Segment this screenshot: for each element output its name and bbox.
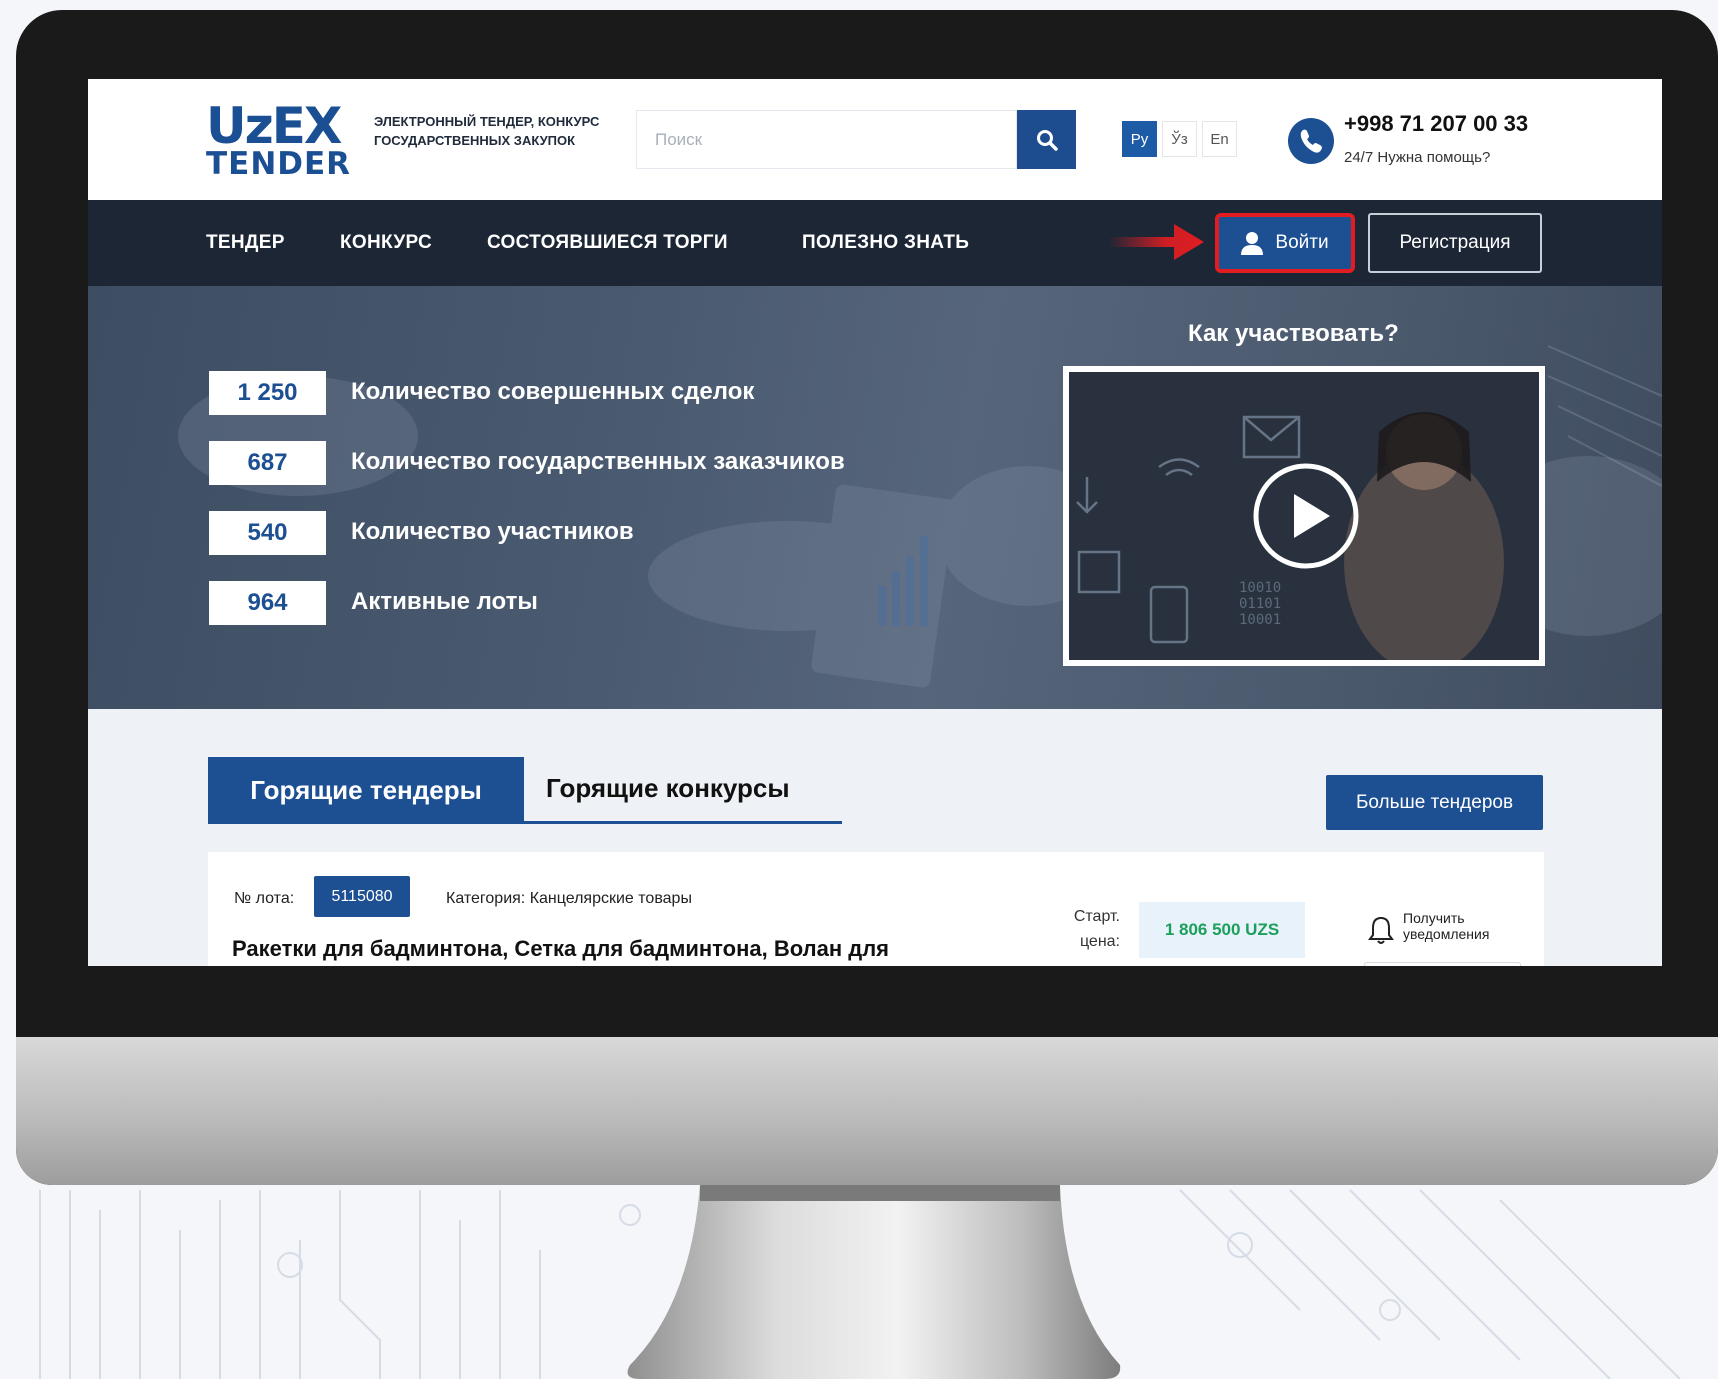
register-button[interactable]: Регистрация <box>1368 213 1542 273</box>
lot-action-button[interactable] <box>1364 962 1521 966</box>
stat-customers-label: Количество государственных заказчиков <box>351 448 845 475</box>
stat-deals-label: Количество совершенных сделок <box>351 378 755 405</box>
hero-section: 1 250 Количество совершенных сделок 687 … <box>88 286 1662 709</box>
monitor-stand <box>627 1185 1121 1379</box>
stat-participants-value: 540 <box>209 511 326 555</box>
tab-hot-contests[interactable]: Горящие конкурсы <box>546 773 790 804</box>
play-icon[interactable] <box>1252 462 1360 570</box>
svg-text:10010: 10010 <box>1239 580 1281 596</box>
nav-item-tender[interactable]: ТЕНДЕР <box>206 232 285 254</box>
phone-icon <box>1288 118 1334 164</box>
lang-en-button[interactable]: En <box>1202 121 1237 157</box>
lang-ru-button[interactable]: Ру <box>1122 121 1157 157</box>
lot-title[interactable]: Ракетки для бадминтона, Сетка для бадмин… <box>232 936 889 962</box>
browser-screen: UzEX TENDER ЭЛЕКТРОННЫЙ ТЕНДЕР, КОНКУРС … <box>88 79 1662 966</box>
get-notifications-link[interactable]: Получить уведомления <box>1403 910 1523 942</box>
bell-icon[interactable] <box>1368 915 1394 945</box>
login-button[interactable]: Войти <box>1215 213 1355 273</box>
lang-uz-button[interactable]: Ўз <box>1162 121 1197 157</box>
monitor-chin <box>16 1037 1718 1185</box>
phone-number[interactable]: +998 71 207 00 33 <box>1344 111 1528 137</box>
stat-customers-value: 687 <box>209 441 326 485</box>
logo-tender[interactable]: TENDER <box>206 148 351 180</box>
stat-deals-value: 1 250 <box>209 371 326 415</box>
nav-item-completed-trades[interactable]: СОСТОЯВШИЕСЯ ТОРГИ <box>487 232 728 254</box>
nav-item-useful[interactable]: ПОЛЕЗНО ЗНАТЬ <box>802 232 969 254</box>
search-icon <box>1036 129 1058 151</box>
hot-tenders-section: Горящие тендеры Горящие конкурсы Больше … <box>88 709 1662 966</box>
login-label: Войти <box>1275 232 1329 253</box>
help-text: 24/7 Нужна помощь? <box>1344 149 1491 166</box>
site-header: UzEX TENDER ЭЛЕКТРОННЫЙ ТЕНДЕР, КОНКУРС … <box>88 79 1662 200</box>
video-player[interactable]: 10010 01101 10001 <box>1063 366 1545 666</box>
lot-number-badge[interactable]: 5115080 <box>314 876 410 917</box>
start-price-value: 1 806 500 UZS <box>1139 902 1305 958</box>
more-tenders-button[interactable]: Больше тендеров <box>1326 775 1543 830</box>
stat-active-lots-value: 964 <box>209 581 326 625</box>
site-tagline: ЭЛЕКТРОННЫЙ ТЕНДЕР, КОНКУРС ГОСУДАРСТВЕН… <box>374 114 600 148</box>
stat-active-lots-label: Активные лоты <box>351 588 538 615</box>
search-box <box>636 110 1018 169</box>
video-title: Как участвовать? <box>1188 320 1399 347</box>
arrow-icon <box>1108 224 1204 260</box>
lot-card[interactable]: № лота: 5115080 Категория: Канцелярские … <box>208 852 1544 966</box>
svg-text:01101: 01101 <box>1239 596 1281 612</box>
lot-number-label: № лота: <box>234 890 295 907</box>
start-price-label: Старт. цена: <box>1073 908 1120 950</box>
lot-category: Категория: Канцелярские товары <box>446 890 692 907</box>
search-input[interactable] <box>637 111 1018 168</box>
tabs-underline <box>208 821 842 824</box>
logo-uzex[interactable]: UzEX <box>206 101 342 151</box>
svg-text:10001: 10001 <box>1239 612 1281 628</box>
nav-item-konkurs[interactable]: КОНКУРС <box>340 232 432 254</box>
search-button[interactable] <box>1017 110 1076 169</box>
stat-participants-label: Количество участников <box>351 518 634 545</box>
tab-hot-tenders[interactable]: Горящие тендеры <box>208 757 524 823</box>
user-icon <box>1241 232 1264 255</box>
